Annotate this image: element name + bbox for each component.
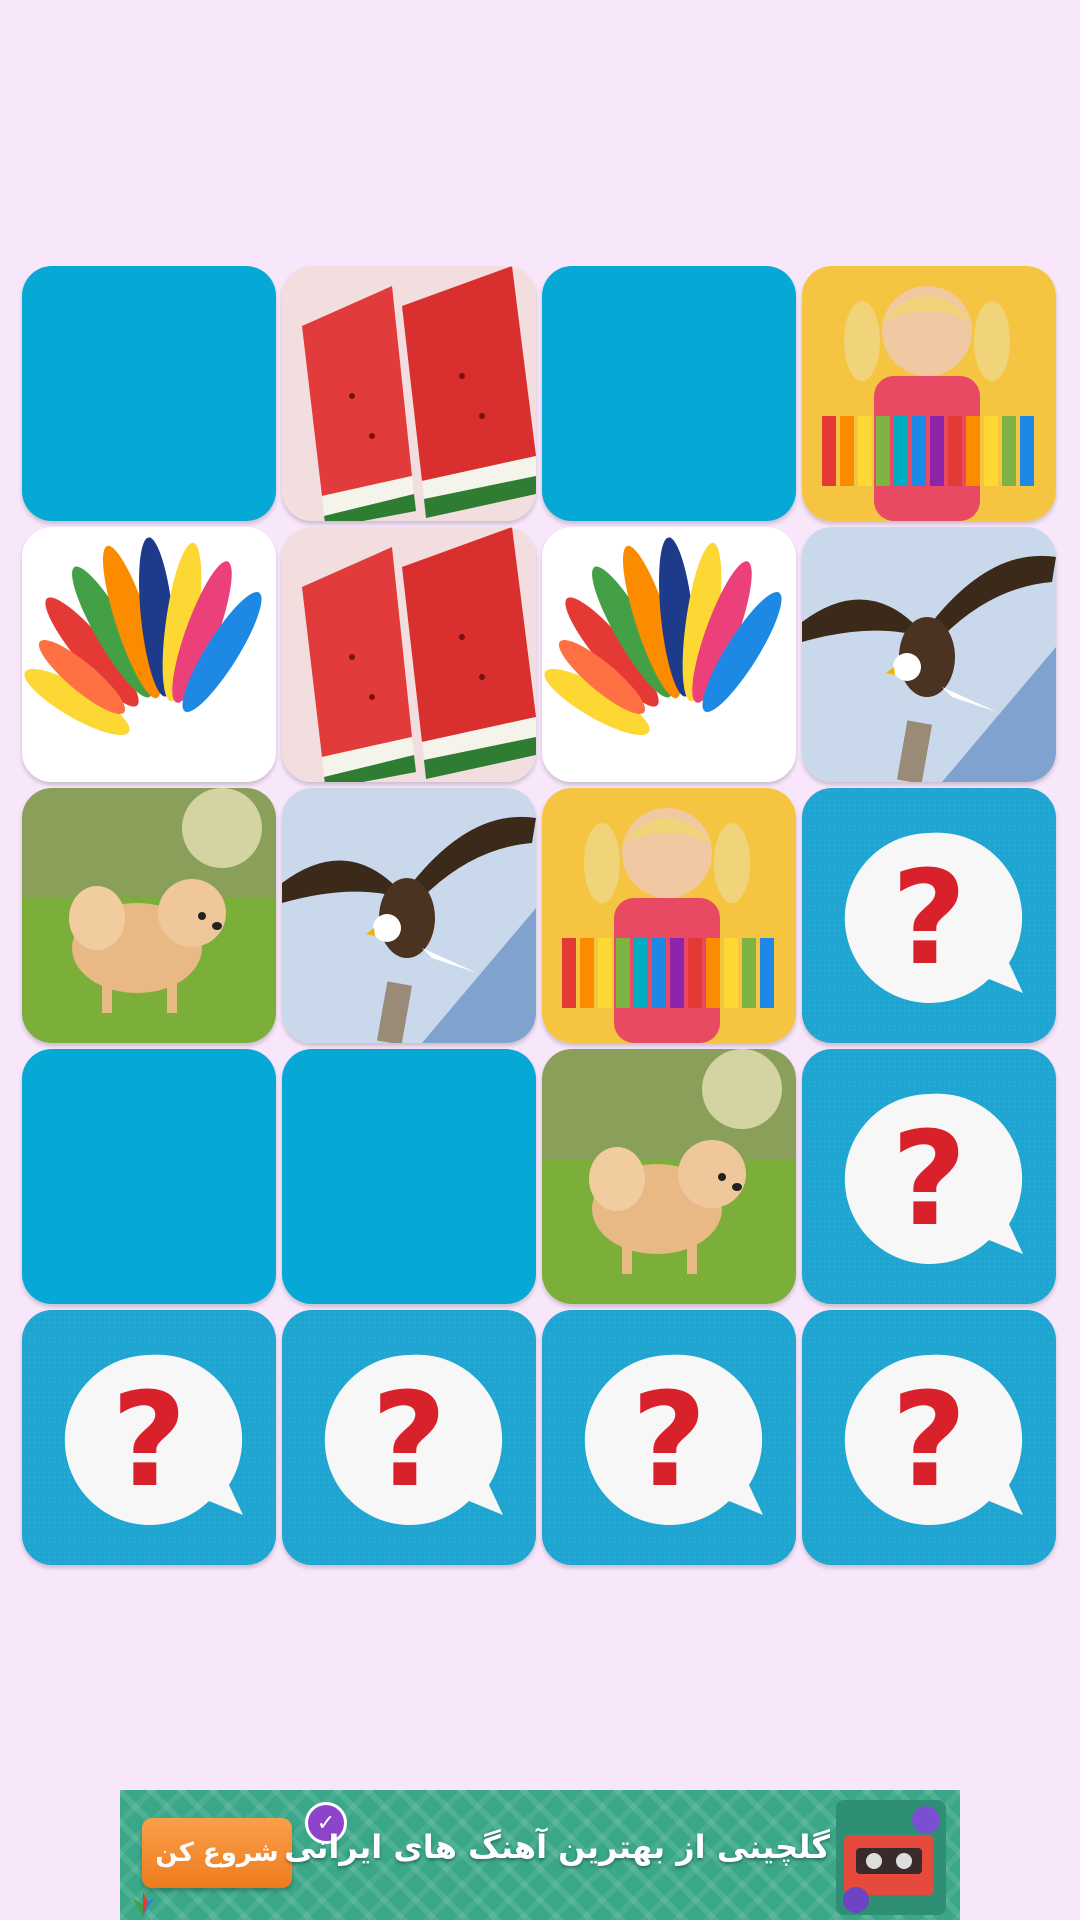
question-bubble-icon: ? <box>844 832 1023 1003</box>
card-watermelon[interactable] <box>282 527 536 782</box>
question-mark: ? <box>111 1364 186 1516</box>
girl-xylophone-image <box>802 266 1056 521</box>
card-hidden[interactable]: ? <box>802 1049 1056 1304</box>
pomeranian-dog-image <box>22 788 276 1043</box>
question-bubble-icon: ? <box>64 1354 243 1525</box>
girl-xylophone-image <box>542 788 796 1043</box>
card-hidden[interactable]: ? <box>802 1310 1056 1565</box>
card-hidden[interactable]: ? <box>22 1310 276 1565</box>
card-watermelon[interactable] <box>282 266 536 521</box>
card-hidden[interactable]: ? <box>802 788 1056 1043</box>
card-hidden[interactable]: ? <box>282 1310 536 1565</box>
question-bubble-icon: ? <box>844 1354 1023 1525</box>
question-mark: ? <box>371 1364 446 1516</box>
watermelon-image <box>282 527 536 782</box>
card-matched <box>22 266 276 521</box>
ad-start-button[interactable]: شروع کن <box>142 1818 292 1888</box>
card-feathers[interactable] <box>22 527 276 782</box>
watermelon-image <box>282 266 536 521</box>
card-eagle[interactable] <box>802 527 1056 782</box>
card-matched <box>22 1049 276 1304</box>
ad-headline: گلچینی از بهترین آهنگ های ایرانی <box>283 1828 830 1866</box>
feathers-image <box>542 527 796 782</box>
ad-network-logo-icon <box>132 1892 154 1916</box>
eagle-image <box>282 788 536 1043</box>
memory-board: ? ? ? ? ? ? <box>22 266 1056 1565</box>
question-bubble-icon: ? <box>844 1093 1023 1264</box>
pomeranian-dog-image <box>542 1049 796 1304</box>
question-mark: ? <box>891 1103 966 1255</box>
card-hidden[interactable]: ? <box>542 1310 796 1565</box>
question-bubble-icon: ? <box>324 1354 503 1525</box>
card-matched <box>542 266 796 521</box>
card-pomeranian-dog[interactable] <box>22 788 276 1043</box>
question-mark: ? <box>631 1364 706 1516</box>
question-mark: ? <box>891 842 966 994</box>
question-mark: ? <box>891 1364 966 1516</box>
card-girl-xylophone[interactable] <box>802 266 1056 521</box>
ad-banner[interactable]: شروع کن ✓ گلچینی از بهترین آهنگ های ایرا… <box>120 1790 960 1920</box>
question-bubble-icon: ? <box>584 1354 763 1525</box>
card-eagle[interactable] <box>282 788 536 1043</box>
card-feathers[interactable] <box>542 527 796 782</box>
cassette-icon <box>836 1800 946 1915</box>
eagle-image <box>802 527 1056 782</box>
card-matched <box>282 1049 536 1304</box>
feathers-image <box>22 527 276 782</box>
card-girl-xylophone[interactable] <box>542 788 796 1043</box>
card-pomeranian-dog[interactable] <box>542 1049 796 1304</box>
